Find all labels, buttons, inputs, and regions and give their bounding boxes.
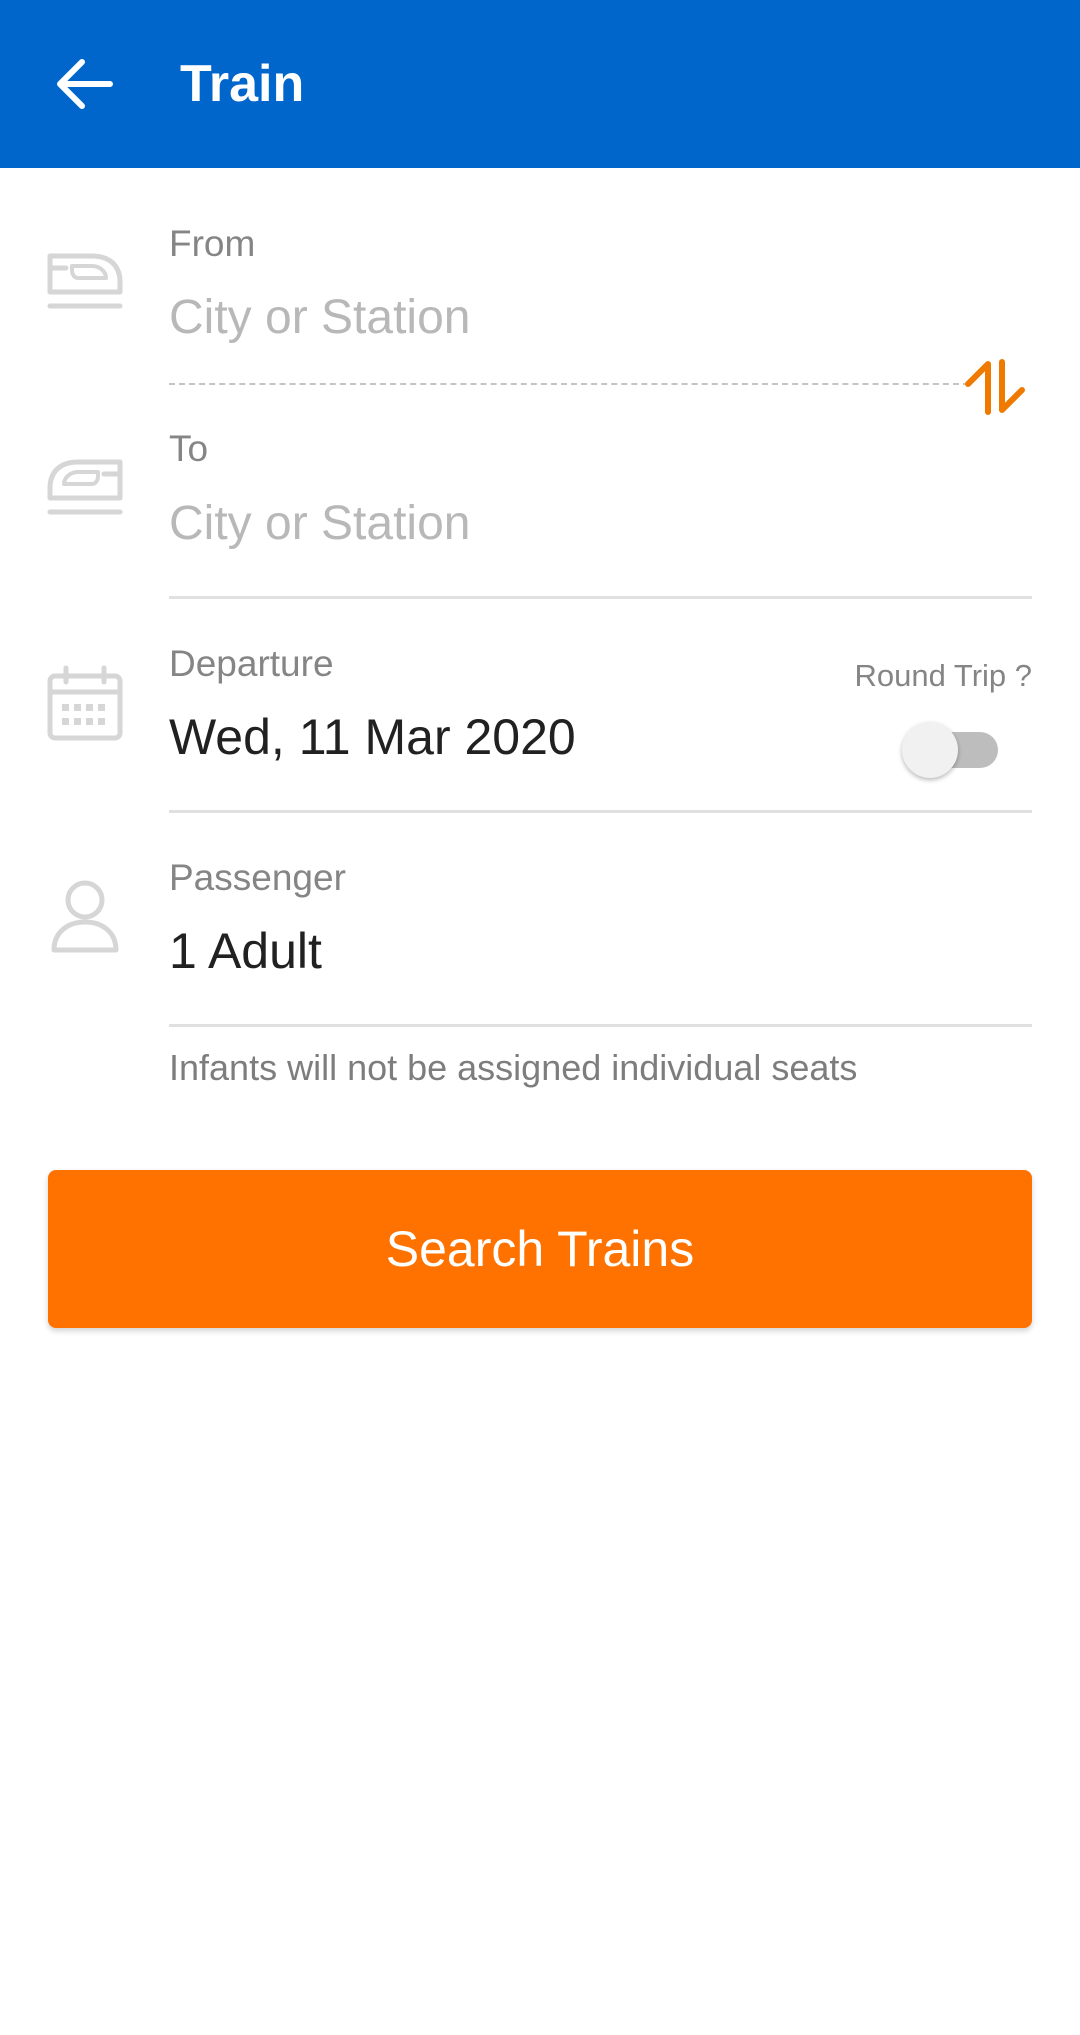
arrow-left-icon: [57, 59, 113, 109]
app-bar: Train: [0, 0, 1080, 168]
to-divider: [169, 596, 1032, 599]
person-icon: [40, 872, 130, 962]
infant-seat-hint: Infants will not be assigned individual …: [169, 1047, 858, 1088]
passenger-label: Passenger: [169, 857, 346, 898]
round-trip-label: Round Trip ?: [854, 658, 1033, 693]
back-button[interactable]: [44, 44, 124, 124]
train-icon: [40, 442, 130, 532]
from-to-divider: [169, 383, 969, 385]
round-trip-toggle[interactable]: [902, 722, 1002, 778]
passenger-divider: [169, 1024, 1032, 1027]
departure-divider: [169, 810, 1032, 813]
swap-vertical-icon: [965, 359, 1025, 415]
to-input[interactable]: City or Station: [169, 494, 470, 554]
from-input[interactable]: City or Station: [169, 288, 470, 348]
train-icon: [40, 236, 130, 326]
departure-date-field[interactable]: Wed, 11 Mar 2020: [169, 706, 576, 768]
to-label: To: [169, 428, 209, 469]
swap-stations-button[interactable]: [962, 354, 1028, 420]
departure-label: Departure: [169, 643, 334, 684]
page-title: Train: [180, 55, 305, 113]
calendar-icon: [40, 660, 130, 750]
passenger-field[interactable]: 1 Adult: [169, 920, 322, 982]
from-label: From: [169, 223, 256, 264]
search-trains-button[interactable]: Search Trains: [48, 1170, 1032, 1328]
toggle-thumb: [902, 722, 958, 778]
